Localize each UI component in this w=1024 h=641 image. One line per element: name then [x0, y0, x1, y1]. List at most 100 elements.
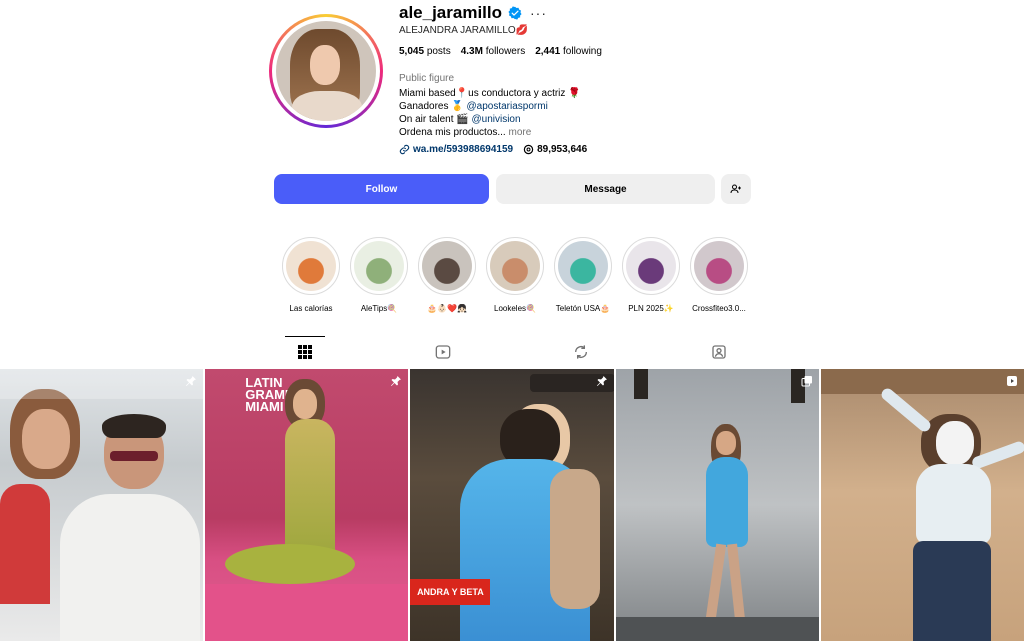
post-subject-leg: [726, 543, 745, 620]
post-thumbnail[interactable]: [0, 369, 204, 641]
highlight-cover: [286, 241, 336, 291]
highlight-label: Lookeles🍭: [494, 304, 536, 313]
stat-following[interactable]: 2,441 following: [535, 46, 602, 57]
post-wall-lamp: [633, 369, 648, 399]
post-thumbnail[interactable]: LATIN GRAMMY MIAMI: [205, 369, 409, 641]
post-thumbnail[interactable]: ANDRA Y BETA: [410, 369, 614, 641]
highlight-cover: [490, 241, 540, 291]
avatar-face: [310, 45, 340, 85]
pin-icon: [596, 376, 607, 386]
avatar[interactable]: [276, 21, 376, 121]
highlight-item[interactable]: Crossfiteo3.0...: [690, 237, 748, 313]
verified-badge-icon: [508, 6, 522, 20]
tab-reposts[interactable]: [561, 336, 601, 368]
full-name: ALEJANDRA JARAMILLO💋: [399, 25, 529, 36]
profile-category: Public figure: [399, 73, 455, 84]
bio-line: Ganadores 🥇 @apostariaspormi: [399, 101, 548, 112]
profile-stats: 5,045 posts 4.3M followers 2,441 followi…: [399, 46, 602, 57]
bio-line: Ordena mis productos... more: [399, 127, 532, 138]
reels-icon: [435, 345, 451, 359]
threads-link[interactable]: 89,953,646: [523, 144, 587, 155]
tab-tagged[interactable]: [699, 336, 739, 368]
tagged-icon: [712, 345, 726, 359]
profile-links: wa.me/593988694159 89,953,646: [399, 144, 587, 155]
threads-icon: [523, 144, 534, 155]
highlight-ring: [282, 237, 340, 295]
highlight-item[interactable]: Las calorías: [282, 237, 340, 313]
posts-grid: LATIN GRAMMY MIAMI ANDRA Y BETA: [0, 369, 1024, 641]
highlight-ring: [554, 237, 612, 295]
post-subject-face: [293, 389, 318, 419]
highlight-label: 🎂👶🏻❤️👧🏻: [427, 304, 467, 313]
post-subject-mask: [935, 421, 974, 465]
highlight-item[interactable]: 🎂👶🏻❤️👧🏻: [418, 237, 476, 313]
suggested-accounts-button[interactable]: [721, 174, 751, 204]
highlight-cover: [558, 241, 608, 291]
pin-icon: [391, 376, 402, 386]
post-dress-train: [225, 544, 356, 584]
website-link[interactable]: wa.me/593988694159: [399, 144, 513, 155]
username: ale_jaramillo: [399, 3, 503, 22]
highlight-item[interactable]: PLN 2025✨: [622, 237, 680, 313]
highlight-ring: [350, 237, 408, 295]
bio-more-button[interactable]: more: [509, 127, 532, 138]
link-icon: [399, 144, 410, 155]
post-carpet: [205, 584, 409, 641]
highlight-cover: [422, 241, 472, 291]
highlight-label: Las calorías: [289, 304, 333, 313]
post-subject-shirt: [60, 494, 200, 641]
profile-tabs: [0, 336, 1024, 368]
post-subject-leg: [705, 543, 726, 620]
bio-line: Miami based📍us conductora y actriz 🌹: [399, 88, 581, 99]
message-button[interactable]: Message: [496, 174, 715, 204]
follow-button[interactable]: Follow: [274, 174, 489, 204]
highlight-item[interactable]: AleTips🍭: [350, 237, 408, 313]
post-ceiling: [0, 369, 204, 399]
mention-link[interactable]: @apostariaspormi: [467, 101, 548, 112]
highlight-ring: [486, 237, 544, 295]
highlight-label: Teletón USA🎂: [555, 304, 611, 313]
highlight-label: AleTips🍭: [360, 304, 398, 313]
highlight-item[interactable]: Lookeles🍭: [486, 237, 544, 313]
highlight-item[interactable]: Teletón USA🎂: [554, 237, 612, 313]
grid-icon: [298, 345, 312, 359]
highlight-cover: [694, 241, 744, 291]
post-thumbnail[interactable]: [615, 369, 819, 641]
profile-avatar-ring[interactable]: [269, 14, 383, 128]
highlight-cover: [626, 241, 676, 291]
post-subject-face: [715, 431, 736, 455]
highlight-label: PLN 2025✨: [628, 304, 674, 313]
post-floor: [615, 617, 819, 641]
post-subject-top: [915, 464, 991, 544]
post-subject-top: [0, 484, 50, 604]
post-thumbnail[interactable]: [820, 369, 1024, 641]
post-sunglasses: [110, 451, 158, 461]
pin-icon: [186, 376, 197, 386]
post-subject-dress: [550, 469, 601, 609]
post-outfit: [705, 457, 748, 547]
username-row: ale_jaramillo ···: [399, 3, 547, 23]
highlight-ring: [690, 237, 748, 295]
highlight-ring: [418, 237, 476, 295]
carousel-icon: [801, 376, 812, 387]
reel-icon: [1007, 376, 1018, 386]
avatar-body: [292, 91, 362, 121]
highlight-ring: [622, 237, 680, 295]
tab-reels[interactable]: [423, 336, 463, 368]
add-person-icon: [730, 184, 741, 194]
story-highlights: Las calorías AleTips🍭 🎂👶🏻❤️👧🏻 Lookeles🍭 …: [282, 237, 748, 313]
stat-followers[interactable]: 4.3M followers: [461, 46, 525, 57]
post-subject-hair: [102, 414, 166, 438]
options-icon[interactable]: ···: [530, 5, 547, 21]
stat-posts: 5,045 posts: [399, 46, 451, 57]
tab-posts[interactable]: [285, 336, 325, 368]
highlight-label: Crossfiteo3.0...: [692, 304, 746, 313]
post-ceiling: [820, 369, 1024, 394]
mention-link[interactable]: @univision: [471, 114, 520, 125]
post-overlay-text: ANDRA Y BETA: [410, 579, 491, 605]
bio-line: On air talent 🎬 @univision: [399, 114, 521, 125]
repost-icon: [575, 345, 587, 359]
highlight-cover: [354, 241, 404, 291]
profile-bio: Miami based📍us conductora y actriz 🌹 Gan…: [399, 87, 581, 139]
post-subject-face: [22, 409, 70, 469]
